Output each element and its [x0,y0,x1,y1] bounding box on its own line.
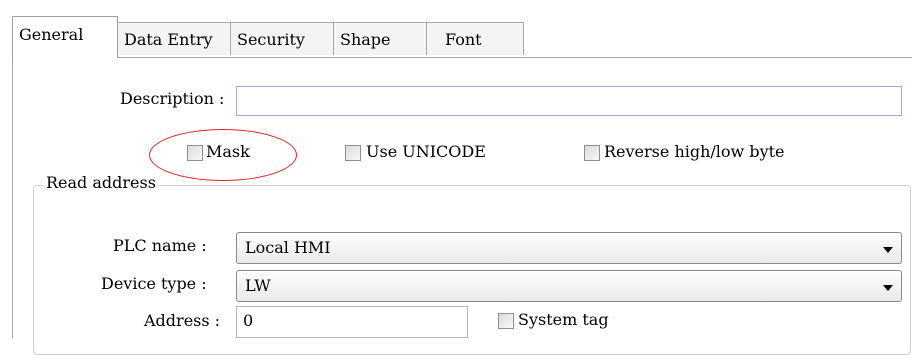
system-tag-checkbox[interactable] [498,313,514,329]
device-type-label: Device type : [101,274,207,293]
address-label: Address : [144,311,221,330]
chevron-down-icon[interactable] [883,247,893,253]
chevron-down-icon[interactable] [883,285,893,291]
tab-shape[interactable]: Shape [333,22,427,55]
description-input[interactable] [236,86,902,116]
plc-name-label: PLC name : [113,236,207,255]
use-unicode-label[interactable]: Use UNICODE [366,142,486,161]
plc-name-value: Local HMI [245,238,331,257]
tab-font[interactable]: Font [426,22,524,55]
description-label: Description : [120,89,225,108]
tab-bar: General Data Entry Security Shape Font [12,16,912,58]
plc-name-select[interactable]: Local HMI [236,232,902,264]
tab-general[interactable]: General [12,16,118,58]
system-tag-label[interactable]: System tag [518,310,609,329]
tab-security[interactable]: Security [230,22,334,55]
use-unicode-checkbox[interactable] [345,145,361,161]
tab-data-entry[interactable]: Data Entry [117,22,231,55]
read-address-title: Read address [43,173,159,192]
tab-divider [12,57,912,58]
panel-border [12,57,13,338]
highlight-ellipse [149,129,297,181]
reverse-byte-label[interactable]: Reverse high/low byte [604,142,785,161]
device-type-value: LW [245,276,271,295]
device-type-select[interactable]: LW [236,270,902,302]
reverse-byte-checkbox[interactable] [584,145,600,161]
address-input[interactable]: 0 [236,306,468,338]
